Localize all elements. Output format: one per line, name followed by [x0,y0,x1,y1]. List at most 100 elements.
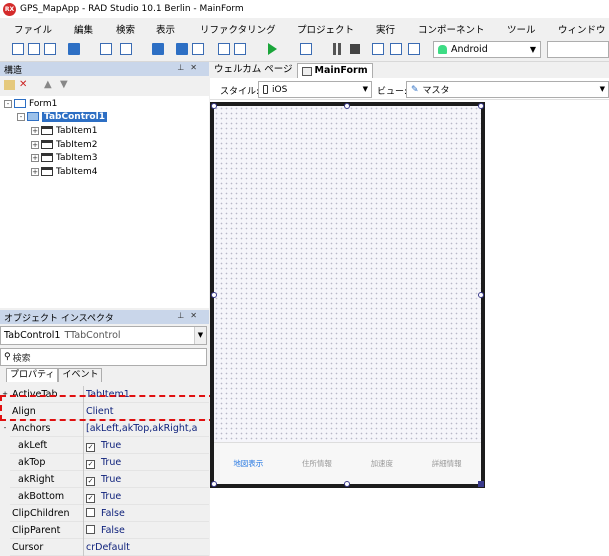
checkbox-checked-icon[interactable]: ✓ [86,460,95,469]
save-all-icon[interactable] [44,43,56,55]
resize-handle[interactable] [211,481,217,487]
resize-handle[interactable] [478,292,484,298]
menu-project[interactable]: プロジェクト [297,22,354,36]
component-icon[interactable] [68,43,80,55]
ide-search-input[interactable] [547,41,609,58]
object-class: TTabControl [64,330,121,341]
prop-row-aktop[interactable]: akTop ✓ True [0,454,209,471]
pause-icon[interactable] [333,43,341,55]
tree-node-tabitem2[interactable]: + TabItem2 [31,138,97,151]
checkbox-checked-icon[interactable]: ✓ [86,443,95,452]
checkbox-checked-icon[interactable]: ✓ [86,477,95,486]
menu-component[interactable]: コンポーネント [418,22,485,36]
object-selector[interactable]: TabControl1 TTabControl ▼ [0,326,207,345]
chevron-down-icon[interactable]: ▼ [194,327,206,344]
tab-map[interactable]: 地図表示 [233,458,263,469]
resize-handle[interactable] [344,103,350,109]
checkbox-unchecked-icon[interactable] [86,508,95,517]
gutter [0,437,10,454]
menu-view[interactable]: 表示 [156,22,175,36]
form-canvas[interactable] [214,106,481,484]
remove-file-icon[interactable] [234,43,246,55]
checkbox-checked-icon[interactable]: ✓ [86,494,95,503]
platform-select[interactable]: Android ▼ [433,41,541,58]
menu-file[interactable]: ファイル [14,22,52,36]
tree-node-label: TabControl1 [42,111,107,122]
tab-address[interactable]: 住所情報 [302,458,332,469]
resize-handle[interactable] [211,103,217,109]
stop-icon[interactable] [350,44,360,54]
down-arrow-icon[interactable]: ▼ [60,79,68,90]
tabitem-icon [41,167,53,176]
resize-handle[interactable] [478,481,484,487]
menu-search[interactable]: 検索 [116,22,135,36]
search-placeholder: 検索 [12,353,31,364]
panel-pin-icon[interactable]: ⊥✕ [177,311,203,320]
inspector-search-input[interactable]: ⚲ 検索 [0,348,207,366]
save-as-icon[interactable] [176,43,188,55]
save-icon[interactable] [152,43,164,55]
tab-events[interactable]: イベント [58,368,103,382]
form-icon [14,99,26,108]
new-icon[interactable] [12,43,24,55]
prop-value[interactable]: crDefault [86,542,206,553]
expand-icon[interactable]: + [31,140,39,149]
step-over-icon[interactable] [372,43,384,55]
prop-row-akleft[interactable]: akLeft ✓ True [0,437,209,454]
up-arrow-icon[interactable]: ▲ [44,79,52,90]
prop-row-akbottom[interactable]: akBottom ✓ True [0,488,209,505]
checkbox-unchecked-icon[interactable] [86,525,95,534]
trace-into-icon[interactable] [390,43,402,55]
prop-row-anchors[interactable]: - Anchors [akLeft,akTop,akRight,a [0,420,209,437]
add-file-icon[interactable] [218,43,230,55]
expand-icon[interactable]: + [31,153,39,162]
prop-row-clipparent[interactable]: ClipParent False [0,522,209,539]
prop-value[interactable]: [akLeft,akTop,akRight,a [86,423,206,434]
tree-node-tabcontrol1[interactable]: - TabControl1 [17,110,107,123]
tree-node-tabitem4[interactable]: + TabItem4 [31,165,97,178]
prop-name: ClipParent [12,525,61,536]
close-file-icon[interactable] [192,43,204,55]
tab-properties[interactable]: プロパティ [6,368,59,382]
prop-row-cursor[interactable]: Cursor crDefault [0,539,209,556]
run-to-cursor-icon[interactable] [408,43,420,55]
panel-pin-icon[interactable]: ⊥✕ [177,63,203,72]
tab-acceleration[interactable]: 加速度 [371,458,394,469]
run-without-debug-icon[interactable] [300,43,312,55]
run-icon[interactable] [268,43,277,55]
delete-icon[interactable]: ✕ [19,79,27,90]
menu-window[interactable]: ウィンドウ [558,22,606,36]
prop-row-clipchildren[interactable]: ClipChildren False [0,505,209,522]
open-project-icon[interactable] [28,43,40,55]
menu-tools[interactable]: ツール [507,22,536,36]
prop-row-akright[interactable]: akRight ✓ True [0,471,209,488]
tree-node-form1[interactable]: - Form1 [4,97,57,110]
collapse-icon[interactable]: - [17,112,25,121]
collapse-icon[interactable]: - [4,99,12,108]
resize-handle[interactable] [211,292,217,298]
open-file-icon[interactable] [120,43,132,55]
style-select[interactable]: iOS ▼ [258,81,372,98]
tab-mainform[interactable]: MainForm [296,63,373,78]
tab-details[interactable]: 詳細情報 [432,458,462,469]
folder-icon[interactable] [4,80,15,90]
collapse-icon[interactable]: - [0,420,10,437]
style-label: スタイル: [220,87,260,97]
menu-edit[interactable]: 編集 [74,22,93,36]
tree-node-tabitem3[interactable]: + TabItem3 [31,151,97,164]
tree-node-label: TabItem1 [56,125,98,136]
tree-node-label: TabItem4 [56,166,98,177]
menu-refactor[interactable]: リファクタリング [200,22,276,36]
new-file-icon[interactable] [100,43,112,55]
chevron-down-icon: ▼ [599,85,605,93]
tree-node-tabitem1[interactable]: + TabItem1 [31,124,97,137]
divider [83,471,84,488]
expand-icon[interactable]: + [31,167,39,176]
view-select[interactable]: ✎ マスタ ▼ [406,81,609,98]
resize-handle[interactable] [478,103,484,109]
menu-run[interactable]: 実行 [376,22,395,36]
expand-icon[interactable]: + [31,126,39,135]
resize-handle[interactable] [344,481,350,487]
tab-welcome-page[interactable]: ウェルカム ページ [210,63,297,78]
window-title: GPS_MapApp - RAD Studio 10.1 Berlin - Ma… [20,4,244,14]
